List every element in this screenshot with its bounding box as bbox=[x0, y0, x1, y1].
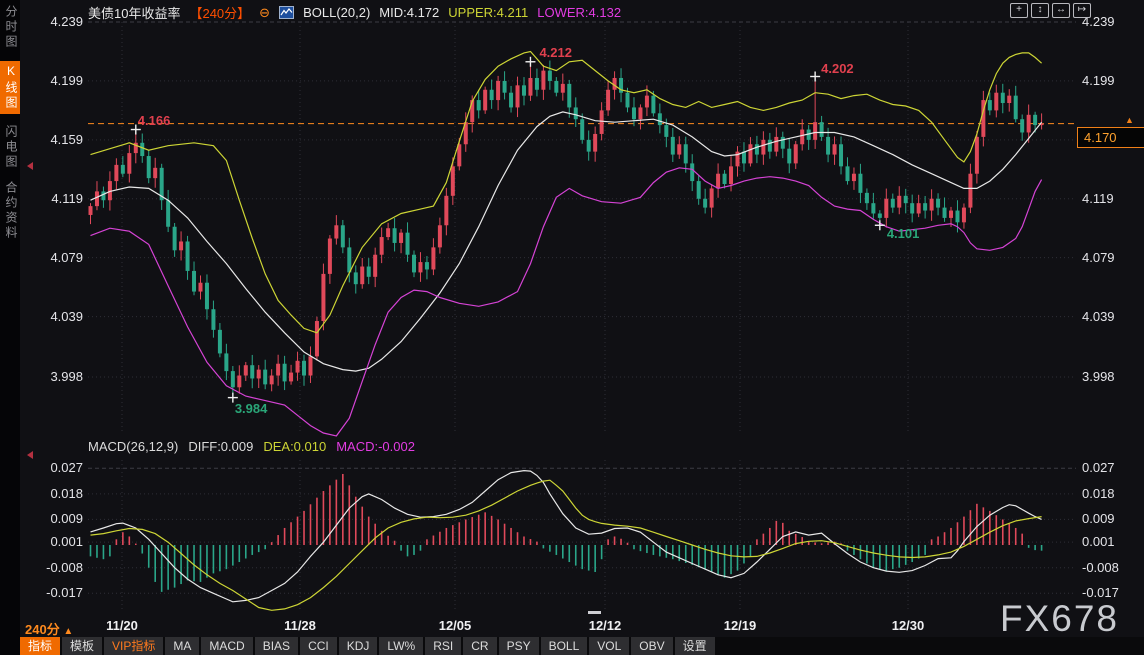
price-axis-label-left: 4.199 bbox=[38, 73, 83, 88]
macd-axis-label-left: 0.027 bbox=[30, 460, 83, 475]
price-annotation: 4.166 bbox=[138, 113, 171, 128]
toolbar-item-LW%[interactable]: LW% bbox=[379, 637, 423, 655]
price-axis-label-left: 3.998 bbox=[38, 369, 83, 384]
toolbar-item-指标[interactable]: 指标 bbox=[20, 637, 60, 655]
toolbar-item-RSI[interactable]: RSI bbox=[425, 637, 461, 655]
macd-axis-label-right: -0.008 bbox=[1082, 560, 1119, 575]
chart-header: 美债10年收益率 【240分】 ⊖ BOLL(20,2) MID:4.172 U… bbox=[88, 3, 621, 22]
boll-params-label: BOLL(20,2) bbox=[303, 5, 370, 20]
price-axis-label-left: 4.239 bbox=[38, 14, 83, 29]
macd-axis-label-left: 0.009 bbox=[30, 511, 83, 526]
price-axis-label-right: 4.079 bbox=[1082, 250, 1115, 265]
sidebar: 分时图 K线图闪电图合约资料 bbox=[0, 0, 20, 655]
macd-macd-value: MACD:-0.002 bbox=[336, 439, 415, 454]
price-axis-label-right: 4.119 bbox=[1082, 191, 1114, 206]
indicator-toolbar: 指标模板VIP指标MAMACDBIASCCIKDJLW%RSICRPSYBOLL… bbox=[20, 637, 1144, 655]
price-annotation: 4.101 bbox=[887, 226, 920, 241]
price-arrow-icon: ▲ bbox=[1125, 115, 1134, 125]
toolbar-item-模板[interactable]: 模板 bbox=[62, 637, 102, 655]
boll-upper-value: UPPER:4.211 bbox=[448, 5, 528, 20]
boll_mid-line bbox=[91, 112, 1042, 371]
macd-dea-value: DEA:0.010 bbox=[263, 439, 326, 454]
macd-axis-label-right: 0.027 bbox=[1082, 460, 1115, 475]
macd_diff-line bbox=[91, 471, 1042, 602]
x-axis-label: 12/30 bbox=[878, 618, 938, 633]
macd-axis-label-right: 0.018 bbox=[1082, 486, 1115, 501]
toolbar-item-KDJ[interactable]: KDJ bbox=[339, 637, 378, 655]
sidebar-tab-1[interactable]: K线图 bbox=[0, 61, 20, 114]
price-axis-label-right: 3.998 bbox=[1082, 369, 1115, 384]
toolbar-item-PSY[interactable]: PSY bbox=[499, 637, 539, 655]
x-axis-label: 11/20 bbox=[92, 618, 152, 633]
sidebar-tab-3[interactable]: 合约资料 bbox=[0, 181, 20, 241]
chart-tools: +↕↔↦ bbox=[1010, 3, 1091, 18]
goto-latest-icon[interactable]: ↦ bbox=[1073, 3, 1091, 18]
scale-x-icon[interactable]: ↔ bbox=[1052, 3, 1070, 18]
toolbar-item-VIP指标[interactable]: VIP指标 bbox=[104, 637, 163, 655]
x-axis-label: 12/05 bbox=[425, 618, 485, 633]
x-axis-label: 11/28 bbox=[270, 618, 330, 633]
boll-lower-value: LOWER:4.132 bbox=[537, 5, 621, 20]
toolbar-item-CR[interactable]: CR bbox=[463, 637, 496, 655]
price-annotation: 3.984 bbox=[235, 401, 268, 416]
pan-icon[interactable]: + bbox=[1010, 3, 1028, 18]
watermark: FX678 bbox=[1000, 598, 1119, 640]
current-price-box: 4.170 bbox=[1077, 127, 1144, 148]
chart-canvas[interactable] bbox=[0, 0, 1144, 655]
boll-mid-value: MID:4.172 bbox=[379, 5, 439, 20]
macd-histogram bbox=[91, 474, 1042, 592]
price-axis-label-left: 4.039 bbox=[38, 309, 83, 324]
period-selector[interactable]: 240分 ▲ bbox=[25, 619, 73, 638]
macd-params-label: MACD(26,12,9) bbox=[88, 439, 178, 454]
macd-diff-value: DIFF:0.009 bbox=[188, 439, 253, 454]
macd-axis-label-right: 0.009 bbox=[1082, 511, 1115, 526]
price-axis-label-right: 4.199 bbox=[1082, 73, 1115, 88]
kline-app: 分时图 K线图闪电图合约资料 美债10年收益率 【240分】 ⊖ BOLL(20,… bbox=[0, 0, 1144, 655]
macd-axis-label-right: 0.001 bbox=[1082, 534, 1115, 549]
macd-axis-label-left: -0.017 bbox=[30, 585, 83, 600]
minus-circle-icon[interactable]: ⊖ bbox=[259, 5, 270, 21]
axis-markers bbox=[27, 162, 33, 459]
x-axis-label: 12/12 bbox=[575, 618, 635, 633]
toolbar-item-MA[interactable]: MA bbox=[165, 637, 199, 655]
price-axis-label-left: 4.079 bbox=[38, 250, 83, 265]
macd-header: MACD(26,12,9) DIFF:0.009 DEA:0.010 MACD:… bbox=[88, 439, 415, 454]
pane-resize-handle[interactable] bbox=[588, 611, 601, 614]
price-axis-label-left: 4.159 bbox=[38, 132, 83, 147]
instrument-title: 美债10年收益率 bbox=[88, 3, 180, 22]
x-axis-label: 12/19 bbox=[710, 618, 770, 633]
sidebar-tab-0[interactable]: 分时图 bbox=[0, 5, 20, 50]
macd-axis-label-left: 0.001 bbox=[30, 534, 83, 549]
toolbar-item-设置[interactable]: 设置 bbox=[675, 637, 715, 655]
period-tag: 【240分】 bbox=[189, 3, 250, 22]
toolbar-item-CCI[interactable]: CCI bbox=[300, 637, 337, 655]
sidebar-tab-2[interactable]: 闪电图 bbox=[0, 125, 20, 170]
scale-y-icon[interactable]: ↕ bbox=[1031, 3, 1049, 18]
chart-thumbnail-icon[interactable] bbox=[279, 6, 294, 19]
price-axis-label-right: 4.039 bbox=[1082, 309, 1115, 324]
toolbar-item-BOLL[interactable]: BOLL bbox=[541, 637, 588, 655]
price-annotation: 4.202 bbox=[821, 61, 854, 76]
toolbar-item-OBV[interactable]: OBV bbox=[631, 637, 672, 655]
macd-axis-label-left: 0.018 bbox=[30, 486, 83, 501]
toolbar-item-MACD[interactable]: MACD bbox=[201, 637, 252, 655]
price-annotation: 4.212 bbox=[539, 45, 572, 60]
price-axis-label-left: 4.119 bbox=[38, 191, 83, 206]
toolbar-item-VOL[interactable]: VOL bbox=[589, 637, 629, 655]
toolbar-item-BIAS[interactable]: BIAS bbox=[255, 637, 298, 655]
macd-axis-label-left: -0.008 bbox=[30, 560, 83, 575]
grid-lines bbox=[88, 22, 1076, 612]
